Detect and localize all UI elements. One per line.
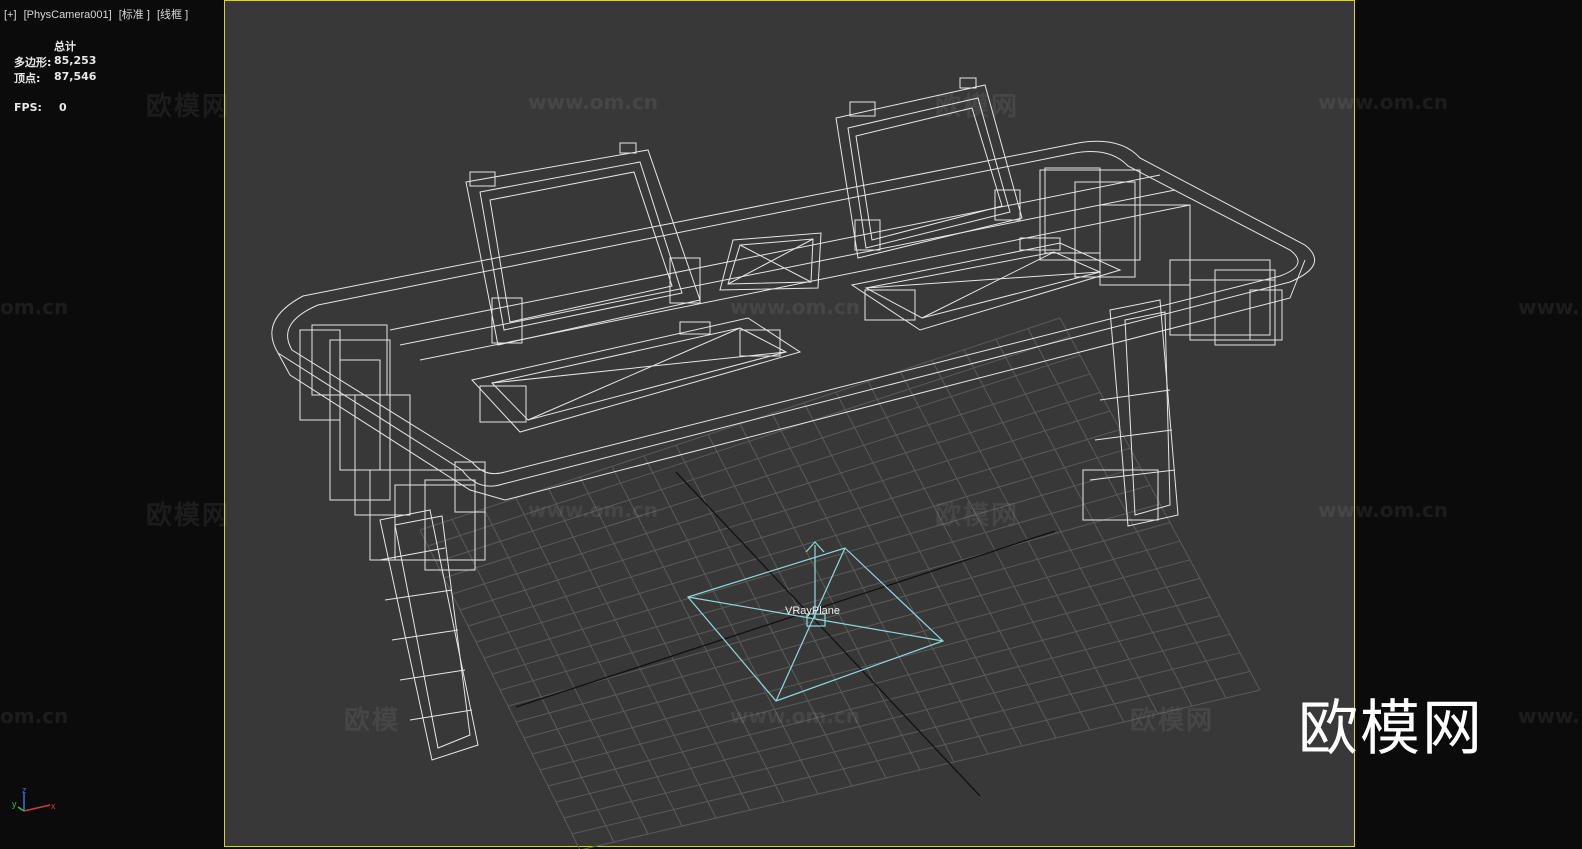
watermark-url: www.om.cn [730,704,861,728]
desk-wireframe[interactable] [271,77,1316,761]
right-drawing-tablet [850,237,1122,331]
watermark-url-cut-right: www. [1518,295,1580,319]
watermark-brand: 欧模网 [935,92,1020,122]
watermark-url-cut-right: www. [1518,704,1580,728]
axis-z-label: z [22,785,27,795]
watermark-url-cut: om.cn [0,295,69,319]
left-leg [311,324,486,761]
watermark-url: www.om.cn [528,498,659,522]
watermark-url: www.om.cn [1318,498,1449,522]
axis-y-label: y [12,799,17,809]
watermark-brand: 欧模网 [935,501,1020,531]
watermark-brand: 欧模网 [146,92,231,122]
watermark-brand: 欧模网 [146,501,231,531]
watermark-url: www.om.cn [1318,90,1449,114]
vray-plane-label: VRayPlane [785,605,840,617]
brand-logo-text: 欧模网 [1298,694,1484,764]
watermark-url: www.om.cn [730,295,861,319]
left-mechanism [299,329,486,571]
watermark-url-cut: om.cn [0,704,69,728]
watermark-brand: 欧模网 [1130,706,1215,736]
axis-x-label: x [51,801,56,811]
center-tablet [719,232,822,291]
watermark-url: www.om.cn [528,90,659,114]
axis-tripod-icon: x z y [12,785,56,812]
watermark-brand-cut: 欧模 [344,706,401,736]
right-mechanism [1044,167,1283,346]
left-monitor [465,142,701,346]
grid-line [1059,317,1261,691]
grid-line [571,670,1251,835]
left-drawing-tablet [471,317,802,433]
